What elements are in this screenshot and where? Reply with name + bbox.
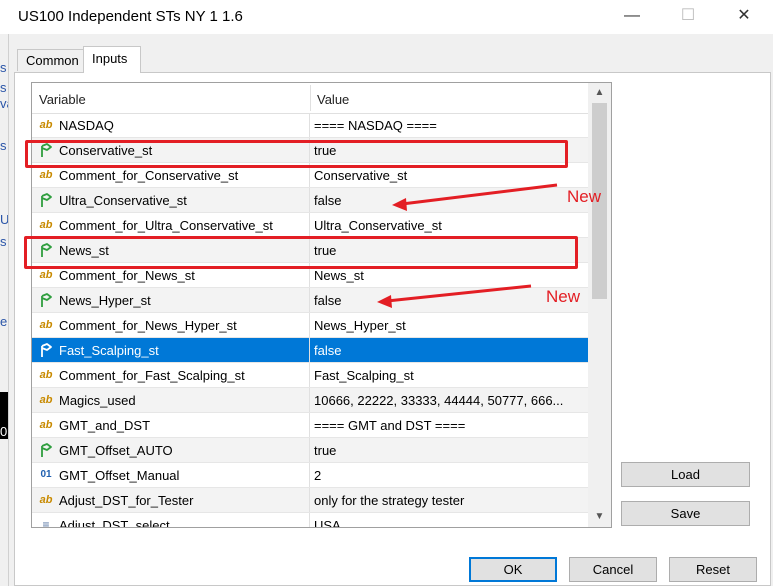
ok-button[interactable]: OK — [469, 557, 557, 582]
cancel-button[interactable]: Cancel — [569, 557, 657, 582]
reset-button[interactable]: Reset — [669, 557, 757, 582]
save-button[interactable]: Save — [621, 501, 750, 526]
arrow-line — [386, 284, 532, 303]
arrowhead-icon — [392, 198, 407, 211]
new-label: New — [567, 187, 602, 206]
new-label: New — [546, 287, 581, 306]
load-button[interactable]: Load — [621, 462, 750, 487]
tab-inputs[interactable]: Inputs — [83, 46, 141, 73]
arrow-line — [401, 183, 558, 206]
annotation-arrows — [377, 183, 558, 308]
arrowhead-icon — [377, 295, 392, 308]
